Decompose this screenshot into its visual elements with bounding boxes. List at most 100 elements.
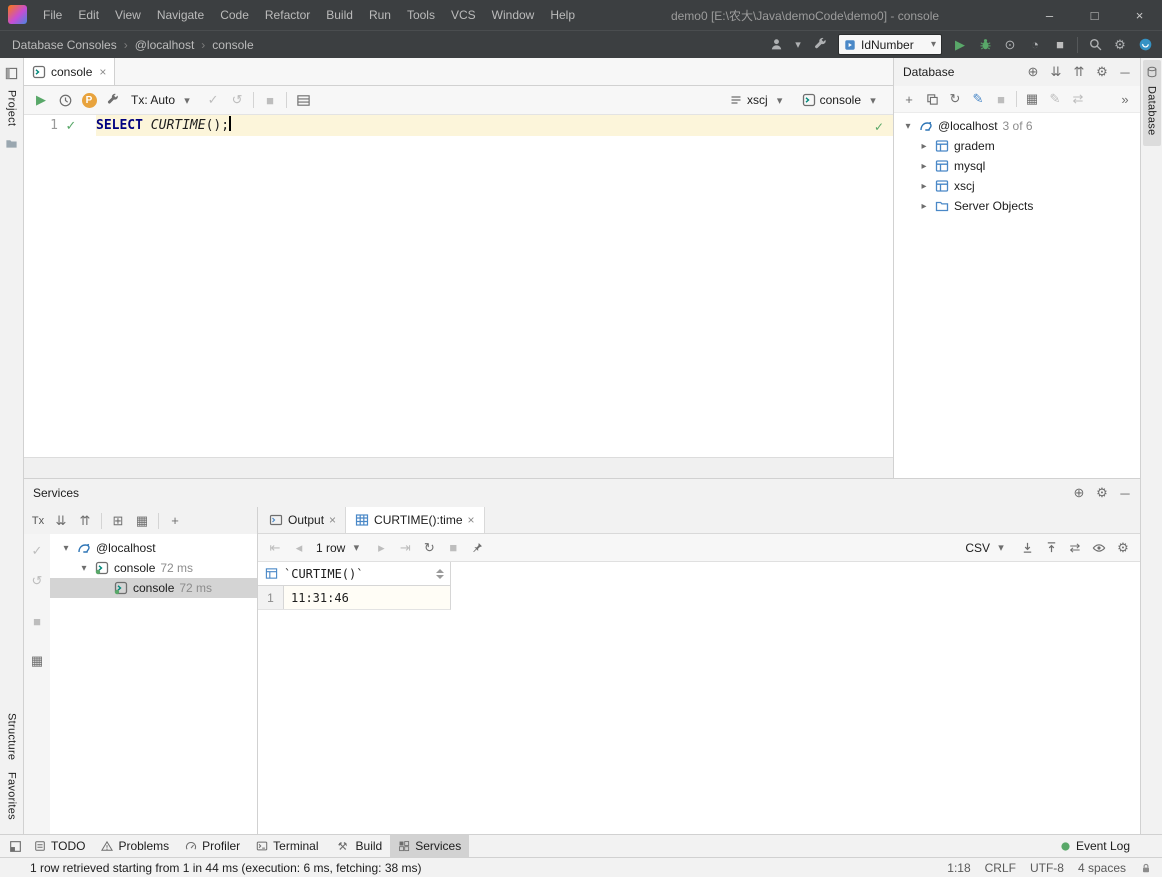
wrench-icon[interactable] — [102, 89, 124, 111]
tool-window-button-favorites[interactable]: Favorites — [6, 772, 18, 820]
add-service-icon[interactable]: + — [164, 510, 186, 532]
table-corner-icon[interactable] — [258, 567, 284, 580]
more-actions-icon[interactable]: » — [1114, 88, 1136, 110]
tool-window-button-todo[interactable]: TODO — [26, 835, 93, 857]
execution-settings-icon[interactable] — [292, 89, 314, 111]
sort-icon[interactable] — [436, 568, 444, 579]
debug-button[interactable] — [974, 34, 996, 56]
tool-window-button-structure[interactable]: Structure — [6, 713, 18, 760]
event-log-button[interactable]: Event Log — [1060, 835, 1154, 857]
tool-window-button-problems[interactable]: Problems — [93, 835, 177, 857]
tool-window-button-profiler[interactable]: Profiler — [177, 835, 248, 857]
code-area[interactable]: SELECT CURTIME(); — [96, 115, 893, 457]
view-options-eye-icon[interactable] — [1088, 537, 1110, 559]
chevron-right-icon[interactable]: ▸ — [918, 201, 930, 212]
execute-button[interactable]: ▶ — [30, 89, 52, 111]
hide-panel-icon[interactable]: ─ — [1114, 482, 1136, 504]
page-size-select[interactable]: 1 row ▾ — [312, 540, 368, 556]
expand-all-icon[interactable]: ⇊ — [50, 510, 72, 532]
export-format-select[interactable]: CSV ▾ — [960, 540, 1014, 556]
editor-tab-console[interactable]: console × — [24, 58, 116, 85]
menu-refactor[interactable]: Refactor — [257, 0, 318, 30]
tree-item-gradem[interactable]: ▸ gradem — [894, 136, 1140, 156]
tool-window-button-terminal[interactable]: Terminal — [248, 835, 326, 857]
status-message[interactable]: 1 row retrieved starting from 1 in 44 ms… — [30, 861, 933, 875]
menu-view[interactable]: View — [107, 0, 149, 30]
chevron-right-icon[interactable]: ▸ — [918, 181, 930, 192]
tool-window-button-services[interactable]: Services — [390, 835, 470, 857]
menu-navigate[interactable]: Navigate — [149, 0, 212, 30]
encoding-widget[interactable]: UTF-8 — [1030, 861, 1064, 875]
indent-widget[interactable]: 4 spaces — [1078, 861, 1126, 875]
reload-page-icon[interactable]: ↻ — [418, 537, 440, 559]
user-account-icon[interactable] — [765, 34, 787, 56]
history-icon[interactable] — [54, 89, 76, 111]
chevron-down-icon[interactable]: ▾ — [78, 563, 90, 574]
close-icon[interactable]: × — [99, 65, 106, 79]
column-header[interactable]: `CURTIME()` — [258, 562, 451, 586]
search-everywhere-icon[interactable] — [1084, 34, 1106, 56]
parameters-icon[interactable]: P — [78, 89, 100, 111]
settings-gear-icon[interactable]: ⚙ — [1109, 34, 1131, 56]
editor-hscrollbar[interactable] — [24, 457, 893, 478]
wrench-icon[interactable] — [809, 34, 831, 56]
plugin-icon[interactable] — [1134, 34, 1156, 56]
collapse-all-icon[interactable]: ⇈ — [74, 510, 96, 532]
cell-value[interactable]: 11:31:46 — [284, 586, 450, 609]
chevron-right-icon[interactable]: ▸ — [918, 141, 930, 152]
collapse-all-icon[interactable]: ⇈ — [1068, 61, 1090, 83]
close-button[interactable]: × — [1117, 0, 1162, 30]
view-options-icon[interactable]: ▦ — [131, 510, 153, 532]
inspections-ok-icon[interactable]: ✓ — [874, 120, 884, 134]
menu-run[interactable]: Run — [361, 0, 399, 30]
menu-file[interactable]: File — [35, 0, 70, 30]
tree-item-localhost[interactable]: ▾ @localhost — [50, 538, 257, 558]
tree-item-server-objects[interactable]: ▸ Server Objects — [894, 196, 1140, 216]
code-editor[interactable]: 1 ✓ SELECT CURTIME(); ✓ — [24, 115, 893, 457]
line-separator-widget[interactable]: CRLF — [985, 861, 1016, 875]
tree-item-localhost[interactable]: ▾ @localhost 3 of 6 — [894, 116, 1140, 136]
breadcrumb-console[interactable]: console — [212, 38, 253, 52]
export-data-icon[interactable] — [1016, 537, 1038, 559]
tab-result[interactable]: CURTIME():time × — [345, 507, 485, 533]
transpose-icon[interactable]: ⇄ — [1064, 537, 1086, 559]
jump-to-console-icon[interactable]: ✎ — [967, 88, 989, 110]
expand-all-icon[interactable]: ⇊ — [1045, 61, 1067, 83]
tree-item-console-run[interactable]: console 72 ms — [50, 578, 257, 598]
duplicate-icon[interactable] — [921, 88, 943, 110]
settings-gear-icon[interactable]: ⚙ — [1112, 537, 1134, 559]
tool-window-button-build[interactable]: ⚒ Build — [327, 835, 391, 857]
menu-vcs[interactable]: VCS — [443, 0, 484, 30]
table-row[interactable]: 1 11:31:46 — [258, 586, 451, 610]
tool-window-button-database[interactable]: Database — [1142, 60, 1161, 146]
layout-icon[interactable]: ▦ — [26, 650, 48, 672]
menu-help[interactable]: Help — [542, 0, 583, 30]
settings-gear-icon[interactable]: ⚙ — [1091, 482, 1113, 504]
breadcrumb-localhost[interactable]: @localhost — [135, 38, 195, 52]
menu-window[interactable]: Window — [484, 0, 543, 30]
tx-icon[interactable]: Tx — [28, 515, 48, 527]
chevron-down-icon[interactable]: ▾ — [60, 543, 72, 554]
tree-item-console-session[interactable]: ▾ console 72 ms — [50, 558, 257, 578]
tree-item-xscj[interactable]: ▸ xscj — [894, 176, 1140, 196]
group-by-icon[interactable]: ⊞ — [107, 510, 129, 532]
tree-item-mysql[interactable]: ▸ mysql — [894, 156, 1140, 176]
hide-panel-icon[interactable]: ─ — [1114, 61, 1136, 83]
add-datasource-icon[interactable]: + — [898, 88, 920, 110]
chevron-down-icon[interactable]: ▾ — [902, 121, 914, 132]
close-icon[interactable]: × — [468, 513, 475, 527]
schema-selector[interactable]: xscj ▾ — [723, 92, 794, 108]
run-configuration-select[interactable]: IdNumber ▾ — [838, 34, 942, 55]
menu-tools[interactable]: Tools — [399, 0, 443, 30]
tool-windows-widget-icon[interactable] — [4, 835, 26, 857]
tab-output[interactable]: Output × — [260, 507, 345, 533]
breadcrumb-database-consoles[interactable]: Database Consoles — [12, 38, 117, 52]
table-icon[interactable]: ▦ — [1021, 88, 1043, 110]
settings-gear-icon[interactable]: ⚙ — [1091, 61, 1113, 83]
close-icon[interactable]: × — [329, 513, 336, 527]
profiler-button[interactable]: ◔ — [1024, 34, 1046, 56]
locate-icon[interactable]: ⊕ — [1022, 61, 1044, 83]
readonly-lock-icon[interactable] — [1140, 862, 1152, 874]
tx-mode-select[interactable]: Tx: Auto ▾ — [126, 92, 200, 108]
folder-icon[interactable] — [1, 132, 23, 154]
